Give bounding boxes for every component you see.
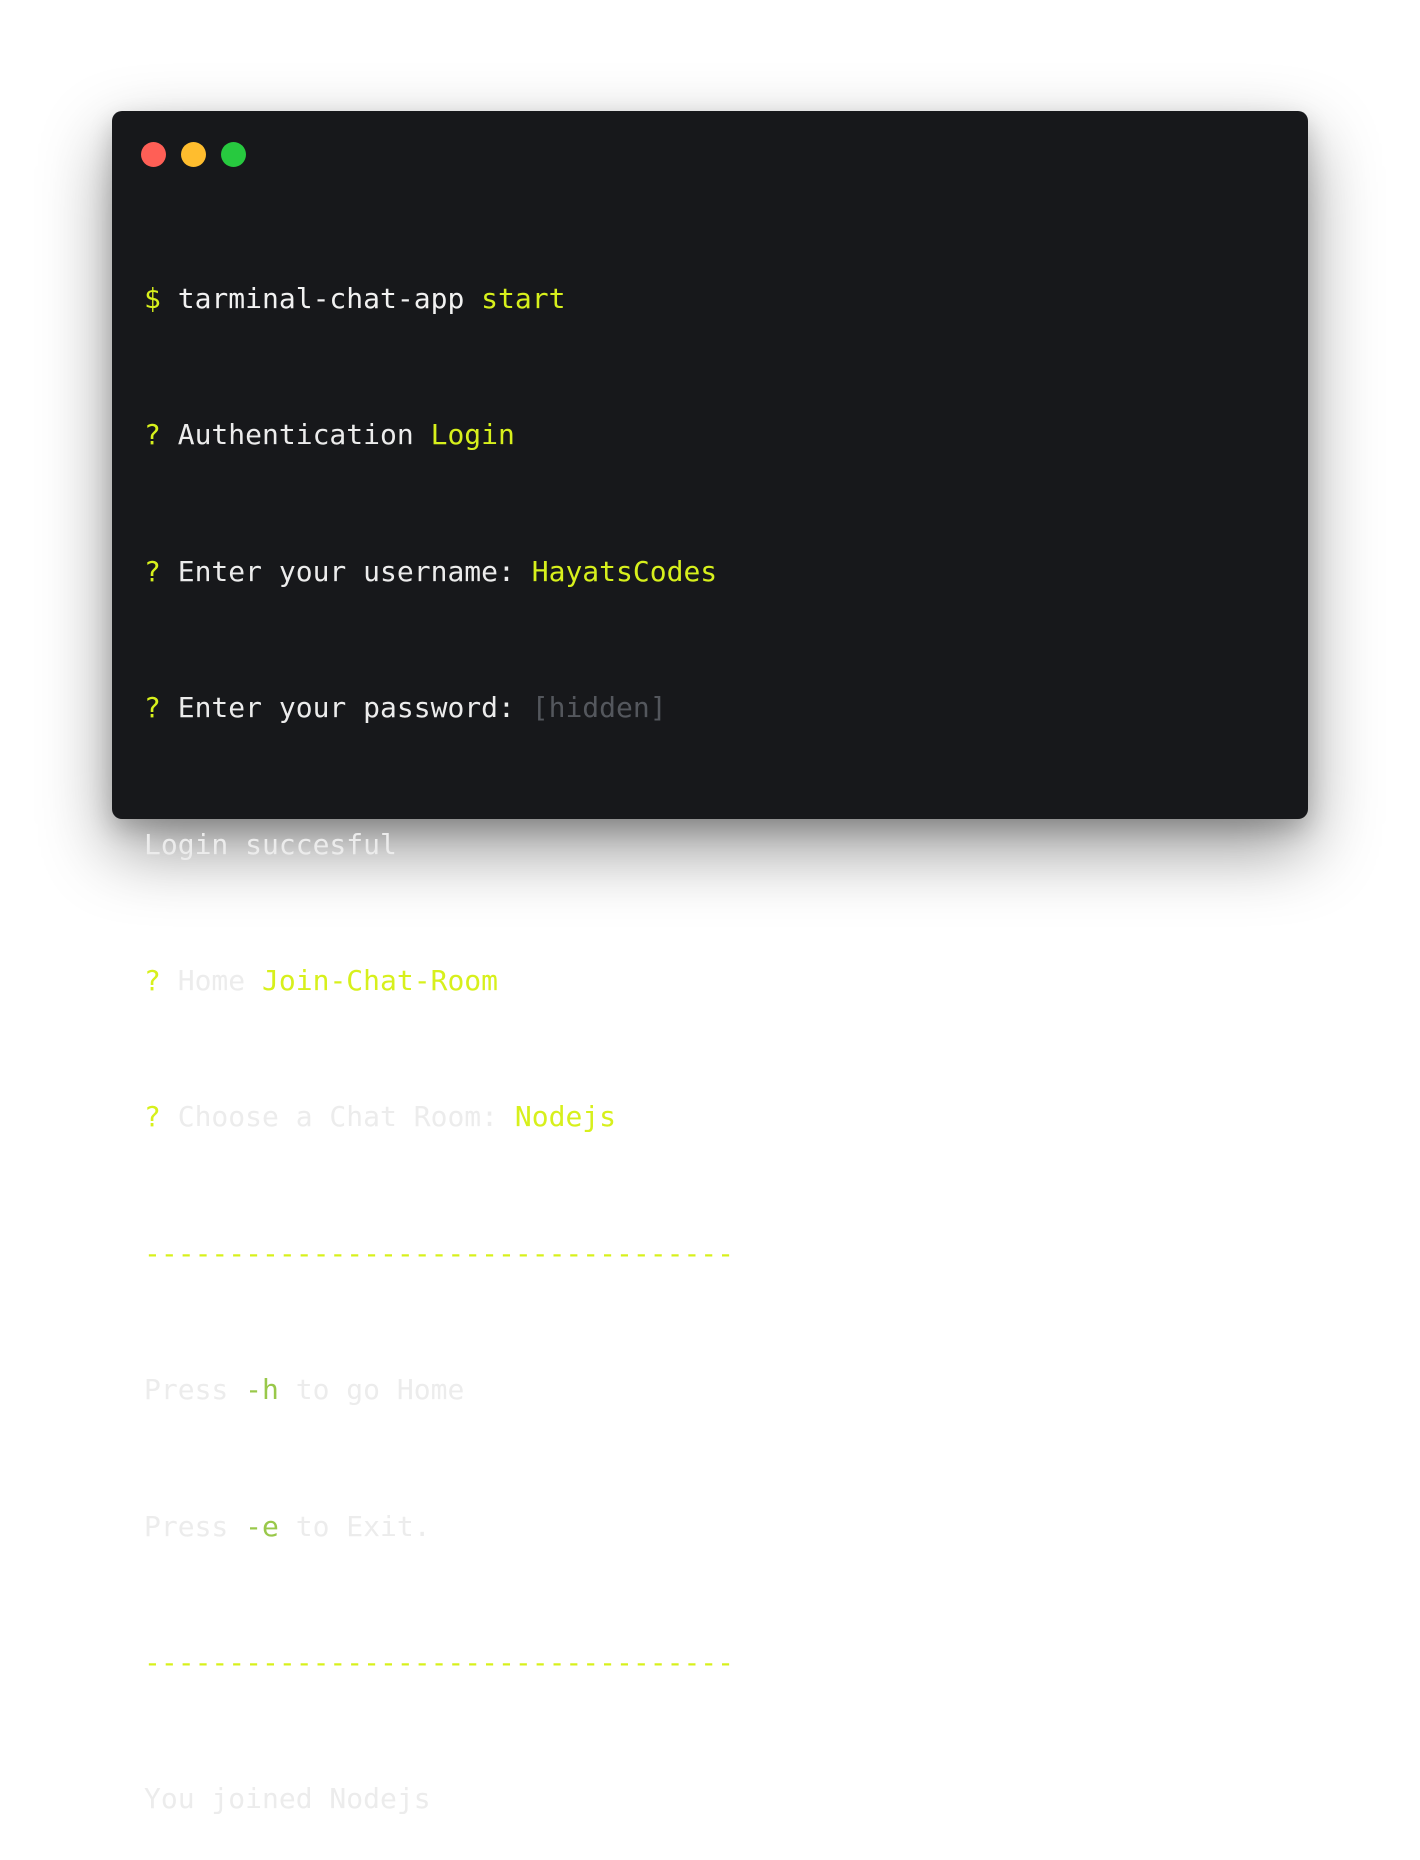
auth-value: Login — [430, 418, 515, 452]
question-marker: ? — [144, 554, 161, 588]
shell-prompt: $ — [144, 282, 161, 315]
password-label: Enter your password: — [177, 691, 515, 725]
help-suffix: to Exit. — [295, 1509, 431, 1543]
room-label: Choose a Chat Room: — [177, 1100, 499, 1134]
divider: ----------------------------------- — [144, 1236, 735, 1270]
room-value: Nodejs — [514, 1100, 617, 1134]
username-line: ? Enter your username: HayatsCodes — [144, 553, 1276, 590]
question-marker: ? — [144, 1100, 161, 1134]
terminal-window: $ tarminal-chat-app start ? Authenticati… — [112, 111, 1308, 1815]
help-home-line: Press -h to go Home — [144, 1371, 1276, 1408]
zoom-button[interactable] — [221, 142, 246, 167]
home-label: Home — [177, 963, 246, 997]
question-marker: ? — [144, 418, 161, 452]
login-message: Login succesful — [144, 827, 397, 861]
help-prefix: Press — [144, 1373, 229, 1407]
window-controls — [141, 142, 246, 167]
home-line: ? Home Join-Chat-Room — [144, 962, 1276, 999]
help-flag: -h — [245, 1373, 279, 1407]
divider: ----------------------------------- — [144, 1645, 735, 1679]
command-argument: start — [481, 282, 566, 315]
command-program: tarminal-chat-app — [177, 282, 465, 315]
help-flag: -e — [245, 1509, 279, 1543]
home-value: Join-Chat-Room — [262, 963, 499, 997]
help-prefix: Press — [144, 1509, 229, 1543]
auth-line: ? Authentication Login — [144, 416, 1276, 453]
question-marker: ? — [144, 691, 161, 725]
joined-message: You joined Nodejs — [144, 1782, 431, 1816]
password-line: ? Enter your password: [hidden] — [144, 689, 1276, 726]
username-label: Enter your username: — [177, 554, 515, 588]
question-marker: ? — [144, 963, 161, 997]
auth-label: Authentication — [177, 418, 414, 452]
terminal-output[interactable]: $ tarminal-chat-app start ? Authenticati… — [144, 214, 1276, 1860]
room-line: ? Choose a Chat Room: Nodejs — [144, 1098, 1276, 1135]
minimize-button[interactable] — [181, 142, 206, 167]
password-value: [hidden] — [531, 691, 667, 725]
close-button[interactable] — [141, 142, 166, 167]
help-exit-line: Press -e to Exit. — [144, 1508, 1276, 1545]
help-suffix: to go Home — [295, 1373, 465, 1407]
username-value: HayatsCodes — [531, 554, 718, 588]
command-line: $ tarminal-chat-app start — [144, 280, 1276, 317]
